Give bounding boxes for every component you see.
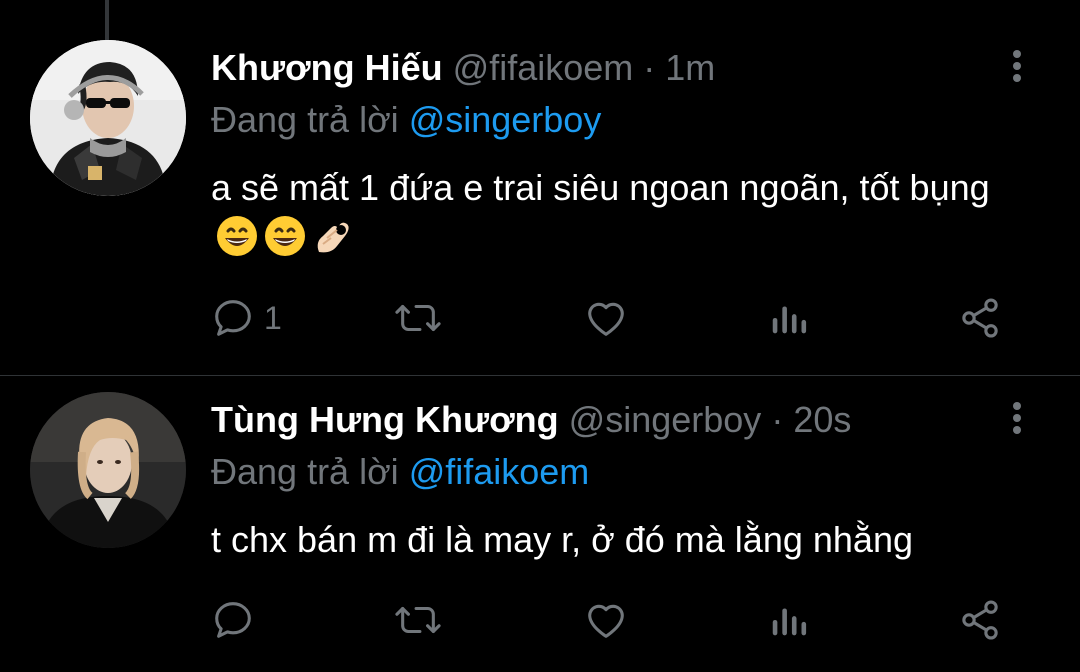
tweet[interactable]: Khương Hiếu @fifaikoem · 1m Đang trả lời… <box>0 0 1080 376</box>
reply-button[interactable]: 1 <box>210 293 282 343</box>
share-icon <box>962 600 998 640</box>
heart-icon <box>588 302 624 336</box>
tweet-text: a sẽ mất 1 đứa e trai siêu ngoan ngoãn, … <box>211 162 1031 272</box>
avatar[interactable] <box>30 40 186 196</box>
share-icon <box>962 298 998 338</box>
retweet-button[interactable] <box>393 595 451 645</box>
handle[interactable]: @fifaikoem <box>453 47 634 88</box>
reply-count: 1 <box>264 299 282 336</box>
views-button[interactable] <box>770 595 810 645</box>
separator-dot: · <box>761 399 794 440</box>
like-button[interactable] <box>582 293 638 343</box>
tweet[interactable]: Tùng Hưng Khương @singerboy · 20s Đang t… <box>0 376 1080 672</box>
tweet-actions: 1 <box>210 293 1010 343</box>
timestamp[interactable]: 1m <box>665 47 715 88</box>
display-name[interactable]: Tùng Hưng Khương <box>211 399 559 440</box>
tweet-text: t chx bán m đi là may r, ở đó mà lằng nh… <box>211 514 1031 566</box>
heart-icon <box>588 604 624 638</box>
handle[interactable]: @singerboy <box>569 399 762 440</box>
more-options-icon[interactable] <box>1000 398 1034 438</box>
views-icon <box>772 306 807 334</box>
separator-dot: · <box>633 47 666 88</box>
retweet-icon <box>395 304 441 332</box>
share-button[interactable] <box>958 595 1002 645</box>
tweet-header: Tùng Hưng Khương @singerboy · 20s <box>211 398 851 442</box>
replying-to: Đang trả lời @fifaikoem <box>211 450 589 494</box>
tweet-text-content: t chx bán m đi là may r, ở đó mà lằng nh… <box>211 519 913 560</box>
display-name[interactable]: Khương Hiếu <box>211 47 443 88</box>
tweet-header: Khương Hiếu @fifaikoem · 1m <box>211 46 715 90</box>
retweet-button[interactable] <box>393 293 451 343</box>
replying-to-label: Đang trả lời <box>211 451 409 492</box>
grinning-face-emoji <box>215 214 259 272</box>
like-button[interactable] <box>582 595 638 645</box>
views-icon <box>772 608 807 636</box>
grinning-face-emoji <box>263 214 307 272</box>
mention-link[interactable]: @fifaikoem <box>409 451 590 492</box>
reply-icon <box>215 602 251 638</box>
timestamp[interactable]: 20s <box>793 399 851 440</box>
avatar[interactable] <box>30 392 186 548</box>
tweet-text-content: a sẽ mất 1 đứa e trai siêu ngoan ngoãn, … <box>211 167 990 208</box>
replying-to-label: Đang trả lời <box>211 99 409 140</box>
share-button[interactable] <box>958 293 1002 343</box>
reply-icon <box>215 300 251 336</box>
views-button[interactable] <box>770 293 810 343</box>
tweet-actions <box>210 595 1010 645</box>
mention-link[interactable]: @singerboy <box>409 99 602 140</box>
retweet-icon <box>395 606 441 634</box>
more-options-icon[interactable] <box>1000 46 1034 86</box>
replying-to: Đang trả lời @singerboy <box>211 98 601 142</box>
ok-hand-emoji <box>311 214 355 272</box>
reply-button[interactable] <box>210 595 264 645</box>
